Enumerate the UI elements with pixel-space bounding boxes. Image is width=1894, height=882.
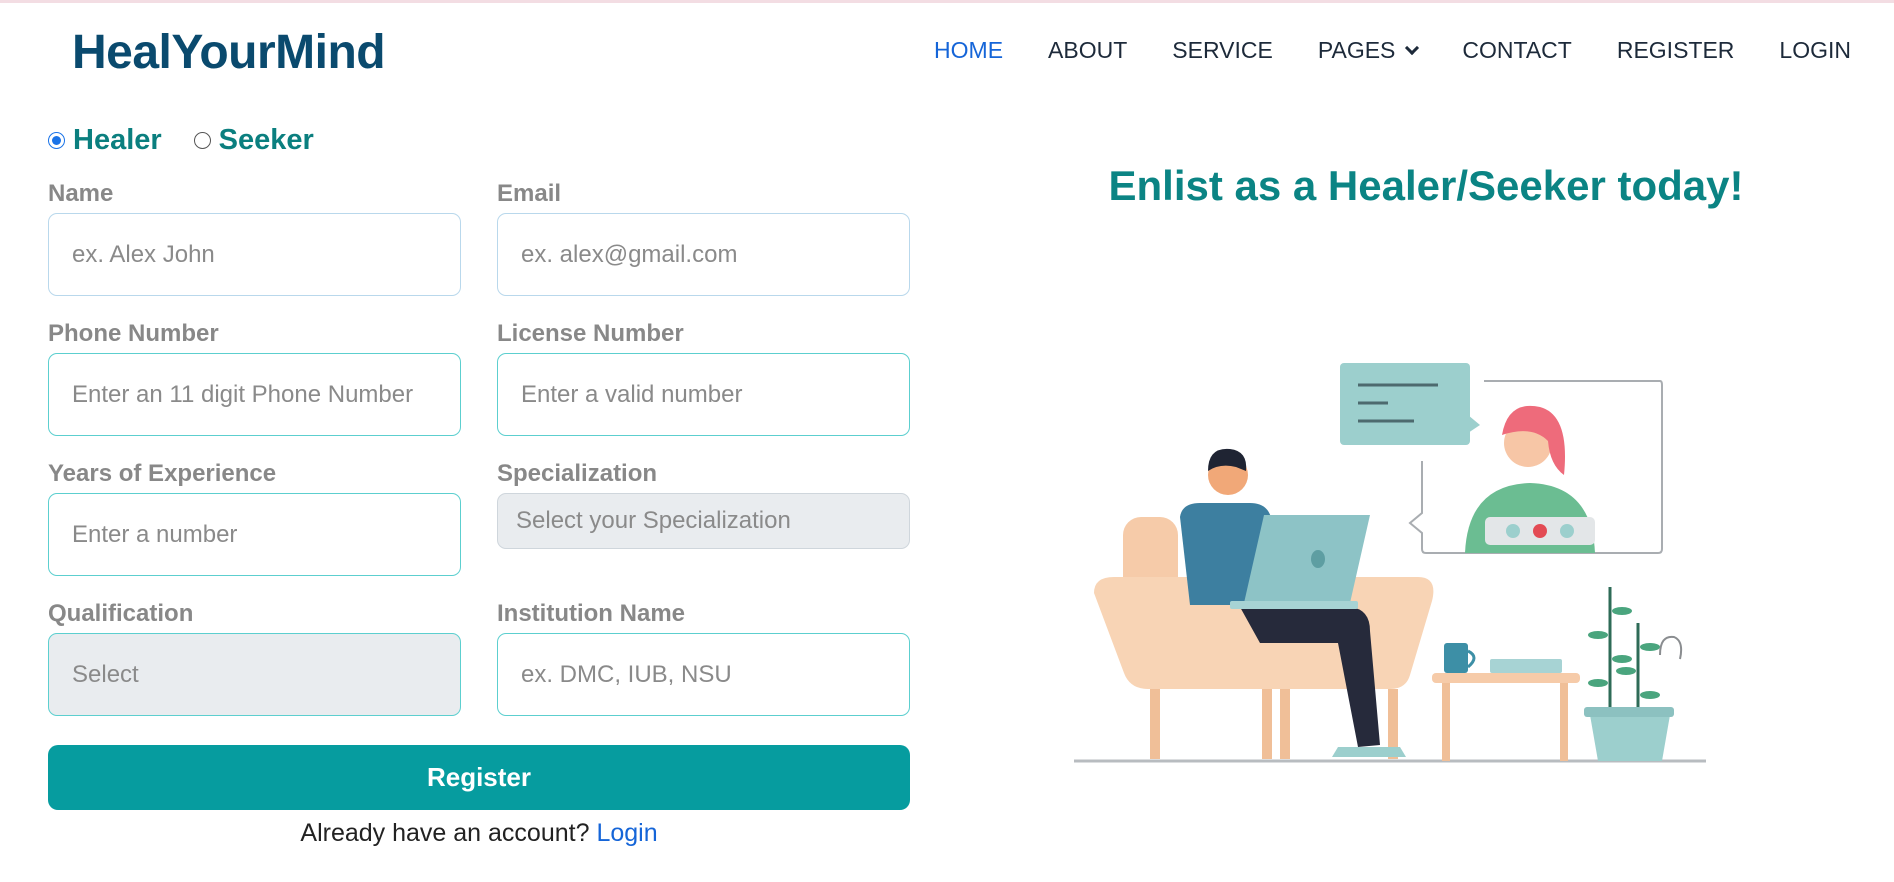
video-call-illustration [1074,363,1706,763]
role-selector: Healer Seeker [48,124,346,157]
nav-service-label: SERVICE [1172,37,1273,63]
phone-input[interactable] [48,353,461,436]
healer-radio[interactable] [48,132,65,149]
nav-register-label: REGISTER [1616,37,1735,63]
navbar: HealYourMind HOME ABOUT SERVICE PAGES CO… [0,3,1894,99]
license-label: License Number [497,320,684,347]
nav-register[interactable]: REGISTER [1617,37,1735,64]
nav-home[interactable]: HOME [934,37,1003,64]
qualification-select[interactable]: Select [48,633,461,716]
books [1490,659,1562,673]
register-button[interactable]: Register [48,745,910,810]
healer-radio-label: Healer [73,124,162,156]
nav-home-label: HOME [934,37,1004,63]
nav-service[interactable]: SERVICE [1172,37,1273,64]
nav-pages-dropdown[interactable]: PAGES [1317,37,1420,64]
experience-field-group: Years of Experience [48,460,461,576]
seeker-radio-label: Seeker [218,124,314,156]
login-prompt-text: Already have an account? [300,819,590,847]
nav-contact-label: CONTACT [1462,37,1572,63]
email-input[interactable] [497,213,910,296]
side-table [1432,673,1580,683]
mug [1444,643,1468,673]
qualification-label: Qualification [48,600,194,627]
role-seeker-option[interactable]: Seeker [193,124,314,157]
name-input[interactable] [48,213,461,296]
login-prompt: Already have an account? Login [48,819,910,848]
specialization-field-group: Specialization Select your Specializatio… [497,460,910,549]
institution-input[interactable] [497,633,910,716]
login-link[interactable]: Login [596,819,657,847]
name-label: Name [48,180,114,207]
name-field-group: Name [48,180,461,296]
main-nav: HOME ABOUT SERVICE PAGES CONTACT REGISTE… [889,37,1851,64]
specialization-select-value: Select your Specialization [516,507,791,534]
nav-contact[interactable]: CONTACT [1462,37,1571,64]
seeker-radio[interactable] [193,132,211,149]
laptop [1244,515,1370,603]
phone-label: Phone Number [48,320,219,347]
experience-label: Years of Experience [48,460,277,487]
specialization-select[interactable]: Select your Specialization [497,493,910,549]
nav-about-label: ABOUT [1048,37,1128,63]
license-input[interactable] [497,353,910,436]
nav-login-label: LOGIN [1779,37,1851,63]
nav-pages-label: PAGES [1317,37,1396,63]
qualification-select-value: Select [72,660,139,688]
hero-title: Enlist as a Healer/Seeker today! [1108,162,1744,209]
chevron-down-icon [1405,40,1420,55]
specialization-label: Specialization [497,460,658,487]
experience-input[interactable] [48,493,461,576]
qualification-field-group: Qualification Select [48,600,461,716]
role-healer-option[interactable]: Healer [48,124,162,157]
email-label: Email [497,180,562,207]
institution-label: Institution Name [497,600,686,627]
email-field-group: Email [497,180,910,296]
nav-login[interactable]: LOGIN [1779,37,1851,64]
phone-field-group: Phone Number [48,320,461,436]
brand-logo[interactable]: HealYourMind [72,25,386,80]
plant-pot [1590,715,1670,761]
license-field-group: License Number [497,320,910,436]
institution-field-group: Institution Name [497,600,910,716]
nav-about[interactable]: ABOUT [1048,37,1127,64]
